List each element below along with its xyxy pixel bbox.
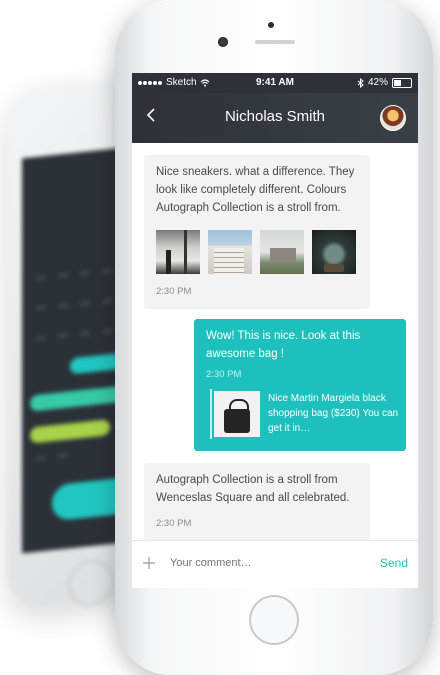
earpiece bbox=[255, 40, 295, 44]
incoming-message: Nice sneakers. what a difference. They l… bbox=[144, 155, 370, 309]
front-camera bbox=[218, 37, 228, 47]
message-composer: Send bbox=[132, 540, 418, 588]
send-button[interactable]: Send bbox=[380, 556, 408, 570]
outgoing-message: Wow! This is nice. Look at this awesome … bbox=[194, 319, 406, 451]
speaker-dot bbox=[268, 22, 274, 28]
home-button[interactable] bbox=[249, 595, 299, 645]
message-time: 2:30 PM bbox=[156, 286, 192, 297]
product-image bbox=[214, 391, 260, 437]
status-bar: Sketch 9:41 AM 42% bbox=[132, 73, 418, 93]
photo-thumbnail[interactable] bbox=[260, 230, 304, 274]
message-time: 2:30 PM bbox=[156, 518, 192, 529]
bluetooth-icon bbox=[357, 77, 364, 88]
photo-thumbnail[interactable] bbox=[208, 230, 252, 274]
incoming-message: Autograph Collection is a stroll from We… bbox=[144, 463, 370, 540]
shared-product-card[interactable]: Nice Martin Margiela black shopping bag … bbox=[210, 389, 400, 439]
photo-thumbnail[interactable] bbox=[156, 230, 200, 274]
avatar[interactable] bbox=[380, 105, 406, 131]
photo-thumbnail[interactable] bbox=[312, 230, 356, 274]
bag-body bbox=[224, 409, 250, 433]
message-time: 2:30 PM bbox=[206, 369, 242, 380]
status-right: 42% bbox=[357, 77, 412, 88]
phone-frame: Sketch 9:41 AM 42% Nicholas Smith Nice s… bbox=[115, 0, 433, 675]
battery-icon bbox=[392, 77, 412, 88]
message-list[interactable]: Nice sneakers. what a difference. They l… bbox=[132, 143, 418, 540]
message-text: Nice sneakers. what a difference. They l… bbox=[156, 166, 355, 214]
contact-name: Nicholas Smith bbox=[224, 108, 326, 125]
quote-bar bbox=[210, 389, 212, 439]
phone-screen: Sketch 9:41 AM 42% Nicholas Smith Nice s… bbox=[132, 73, 418, 588]
battery-percent: 42% bbox=[367, 77, 388, 88]
product-description: Nice Martin Margiela black shopping bag … bbox=[268, 393, 399, 434]
chat-header: Nicholas Smith bbox=[132, 93, 418, 143]
comment-input[interactable] bbox=[170, 557, 360, 569]
message-text: Autograph Collection is a stroll from We… bbox=[156, 474, 350, 504]
message-text: Wow! This is nice. Look at this awesome … bbox=[206, 330, 361, 360]
plus-icon[interactable] bbox=[142, 554, 156, 575]
